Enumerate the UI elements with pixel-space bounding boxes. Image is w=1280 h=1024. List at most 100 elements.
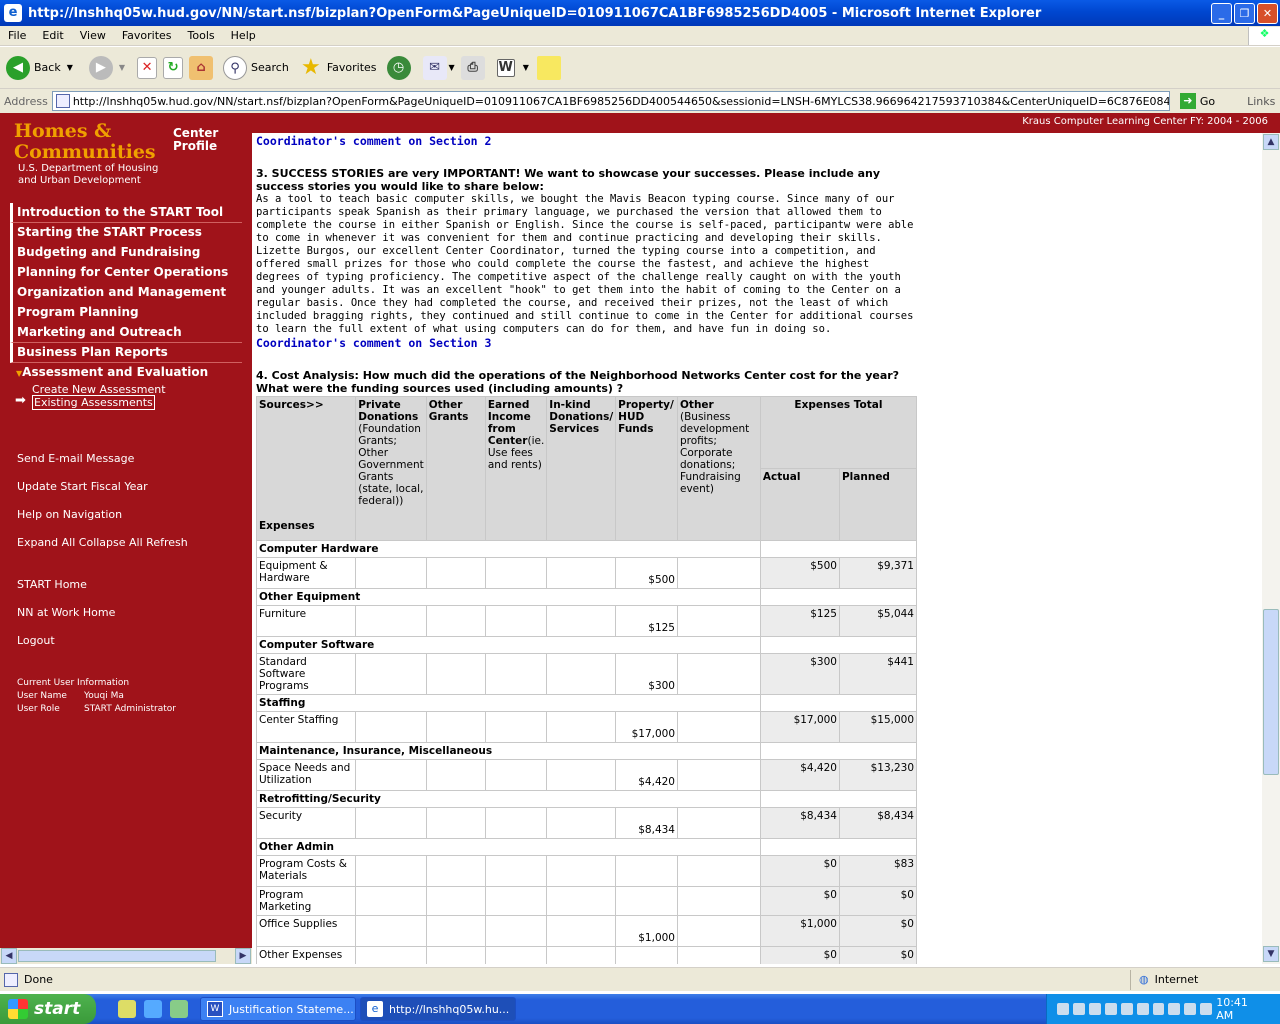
scroll-up-icon[interactable]: ▲ bbox=[1263, 134, 1279, 150]
history-button[interactable]: ◷ bbox=[386, 55, 411, 80]
private-cell[interactable] bbox=[355, 759, 427, 791]
earned-income-cell[interactable] bbox=[484, 946, 548, 964]
earned-income-cell[interactable] bbox=[484, 557, 548, 589]
private-cell[interactable] bbox=[355, 886, 427, 916]
scroll-left-icon[interactable]: ◀ bbox=[1, 948, 17, 964]
home-button[interactable]: ⌂ bbox=[189, 55, 214, 80]
other-grants-cell[interactable] bbox=[425, 946, 486, 964]
address-input[interactable]: http://lnshhq05w.hud.gov/NN/start.nsf/bi… bbox=[51, 91, 1170, 111]
notes-button[interactable] bbox=[536, 55, 561, 80]
private-cell[interactable] bbox=[355, 946, 427, 964]
forward-dropdown-icon[interactable]: ▼ bbox=[119, 63, 125, 72]
menu-tools[interactable]: Tools bbox=[180, 29, 223, 42]
nav-organization[interactable]: Organization and Management bbox=[10, 283, 242, 303]
other-cell[interactable] bbox=[677, 711, 761, 743]
inkind-cell[interactable] bbox=[546, 653, 617, 695]
nav-reports[interactable]: Business Plan Reports bbox=[10, 343, 242, 363]
inkind-cell[interactable] bbox=[546, 605, 617, 637]
print-button[interactable]: ⎙ bbox=[460, 55, 485, 80]
close-button[interactable]: ✕ bbox=[1257, 2, 1278, 24]
nav-existing-assessments[interactable]: ➡ Existing Assessments bbox=[10, 394, 242, 410]
coordinator-comment-section-2[interactable]: Coordinator's comment on Section 2 bbox=[256, 134, 916, 148]
private-cell[interactable] bbox=[355, 605, 427, 637]
earned-income-cell[interactable] bbox=[484, 807, 548, 839]
private-cell[interactable] bbox=[355, 711, 427, 743]
property-hud-cell[interactable] bbox=[615, 946, 678, 964]
property-hud-cell[interactable]: $1,000 bbox=[615, 915, 678, 947]
property-hud-cell[interactable] bbox=[615, 855, 678, 887]
start-button[interactable]: start bbox=[0, 994, 96, 1024]
scroll-down-icon[interactable]: ▼ bbox=[1263, 946, 1279, 962]
inkind-cell[interactable] bbox=[546, 807, 617, 839]
nav-program-planning[interactable]: Program Planning bbox=[10, 303, 242, 323]
taskbar-word-document[interactable]: W Justification Stateme... bbox=[200, 997, 356, 1021]
other-grants-cell[interactable] bbox=[425, 915, 486, 947]
quicklaunch-app-icon[interactable] bbox=[118, 1000, 136, 1018]
other-grants-cell[interactable] bbox=[425, 855, 486, 887]
other-cell[interactable] bbox=[677, 946, 761, 964]
other-grants-cell[interactable] bbox=[425, 807, 486, 839]
quicklaunch-desktop-icon[interactable] bbox=[170, 1000, 188, 1018]
inkind-cell[interactable] bbox=[546, 711, 617, 743]
nav-starting[interactable]: Starting the START Process bbox=[10, 223, 242, 243]
other-grants-cell[interactable] bbox=[425, 557, 486, 589]
tray-icon[interactable] bbox=[1072, 1003, 1085, 1015]
favorites-button[interactable]: ★ Favorites bbox=[299, 55, 377, 80]
private-cell[interactable] bbox=[355, 807, 427, 839]
tray-icon[interactable] bbox=[1200, 1003, 1213, 1015]
center-profile-link[interactable]: Center Profile bbox=[173, 127, 223, 153]
tray-icon[interactable] bbox=[1104, 1003, 1117, 1015]
menu-view[interactable]: View bbox=[72, 29, 114, 42]
other-grants-cell[interactable] bbox=[425, 886, 486, 916]
help-navigation-link[interactable]: Help on Navigation bbox=[17, 508, 122, 521]
inkind-cell[interactable] bbox=[546, 886, 617, 916]
other-cell[interactable] bbox=[677, 605, 761, 637]
forward-button[interactable]: ▶ ▼ bbox=[88, 55, 125, 80]
links-toolbar[interactable]: Links bbox=[1247, 95, 1275, 108]
earned-income-cell[interactable] bbox=[484, 653, 548, 695]
property-hud-cell[interactable]: $125 bbox=[615, 605, 678, 637]
tray-icon[interactable] bbox=[1057, 1003, 1069, 1015]
property-hud-cell[interactable]: $4,420 bbox=[615, 759, 678, 791]
menu-edit[interactable]: Edit bbox=[34, 29, 71, 42]
scrollbar-thumb[interactable] bbox=[1263, 609, 1279, 775]
other-grants-cell[interactable] bbox=[425, 711, 486, 743]
quicklaunch-ie-icon[interactable] bbox=[144, 1000, 162, 1018]
earned-income-cell[interactable] bbox=[484, 605, 548, 637]
private-cell[interactable] bbox=[355, 915, 427, 947]
nn-home-link[interactable]: NN at Work Home bbox=[17, 606, 115, 619]
other-cell[interactable] bbox=[677, 759, 761, 791]
go-button[interactable]: ➜ Go bbox=[1179, 93, 1215, 109]
edit-dropdown-icon[interactable]: ▼ bbox=[523, 63, 529, 72]
other-cell[interactable] bbox=[677, 807, 761, 839]
main-vertical-scrollbar[interactable]: ▲ ▼ bbox=[1262, 133, 1280, 964]
coordinator-comment-section-3[interactable]: Coordinator's comment on Section 3 bbox=[256, 336, 916, 350]
private-cell[interactable] bbox=[355, 653, 427, 695]
refresh-button[interactable]: ↻ bbox=[163, 56, 184, 79]
other-cell[interactable] bbox=[677, 886, 761, 916]
inkind-cell[interactable] bbox=[546, 946, 617, 964]
other-grants-cell[interactable] bbox=[425, 759, 486, 791]
refresh-link[interactable]: Refresh bbox=[146, 536, 188, 549]
taskbar-ie-window[interactable]: e http://lnshhq05w.hu... bbox=[360, 997, 516, 1021]
mail-button[interactable]: ✉ ▼ bbox=[422, 55, 455, 80]
stop-button[interactable]: ✕ bbox=[137, 56, 158, 79]
property-hud-cell[interactable]: $17,000 bbox=[615, 711, 678, 743]
menu-file[interactable]: File bbox=[0, 29, 34, 42]
send-email-link[interactable]: Send E-mail Message bbox=[17, 452, 134, 465]
earned-income-cell[interactable] bbox=[484, 711, 548, 743]
scrollbar-thumb[interactable] bbox=[18, 950, 216, 962]
other-cell[interactable] bbox=[677, 557, 761, 589]
other-grants-cell[interactable] bbox=[425, 605, 486, 637]
menu-help[interactable]: Help bbox=[223, 29, 264, 42]
edit-button[interactable]: W ▼ bbox=[496, 58, 529, 77]
nav-assessment[interactable]: ▼Assessment and Evaluation bbox=[10, 363, 242, 383]
inkind-cell[interactable] bbox=[546, 915, 617, 947]
property-hud-cell[interactable]: $300 bbox=[615, 653, 678, 695]
tray-icon[interactable] bbox=[1184, 1003, 1197, 1015]
property-hud-cell[interactable]: $500 bbox=[615, 557, 678, 589]
tray-icon[interactable] bbox=[1120, 1003, 1133, 1015]
update-fiscal-year-link[interactable]: Update Start Fiscal Year bbox=[17, 480, 148, 493]
back-dropdown-icon[interactable]: ▼ bbox=[67, 63, 73, 72]
search-button[interactable]: ⚲ Search bbox=[223, 55, 289, 80]
